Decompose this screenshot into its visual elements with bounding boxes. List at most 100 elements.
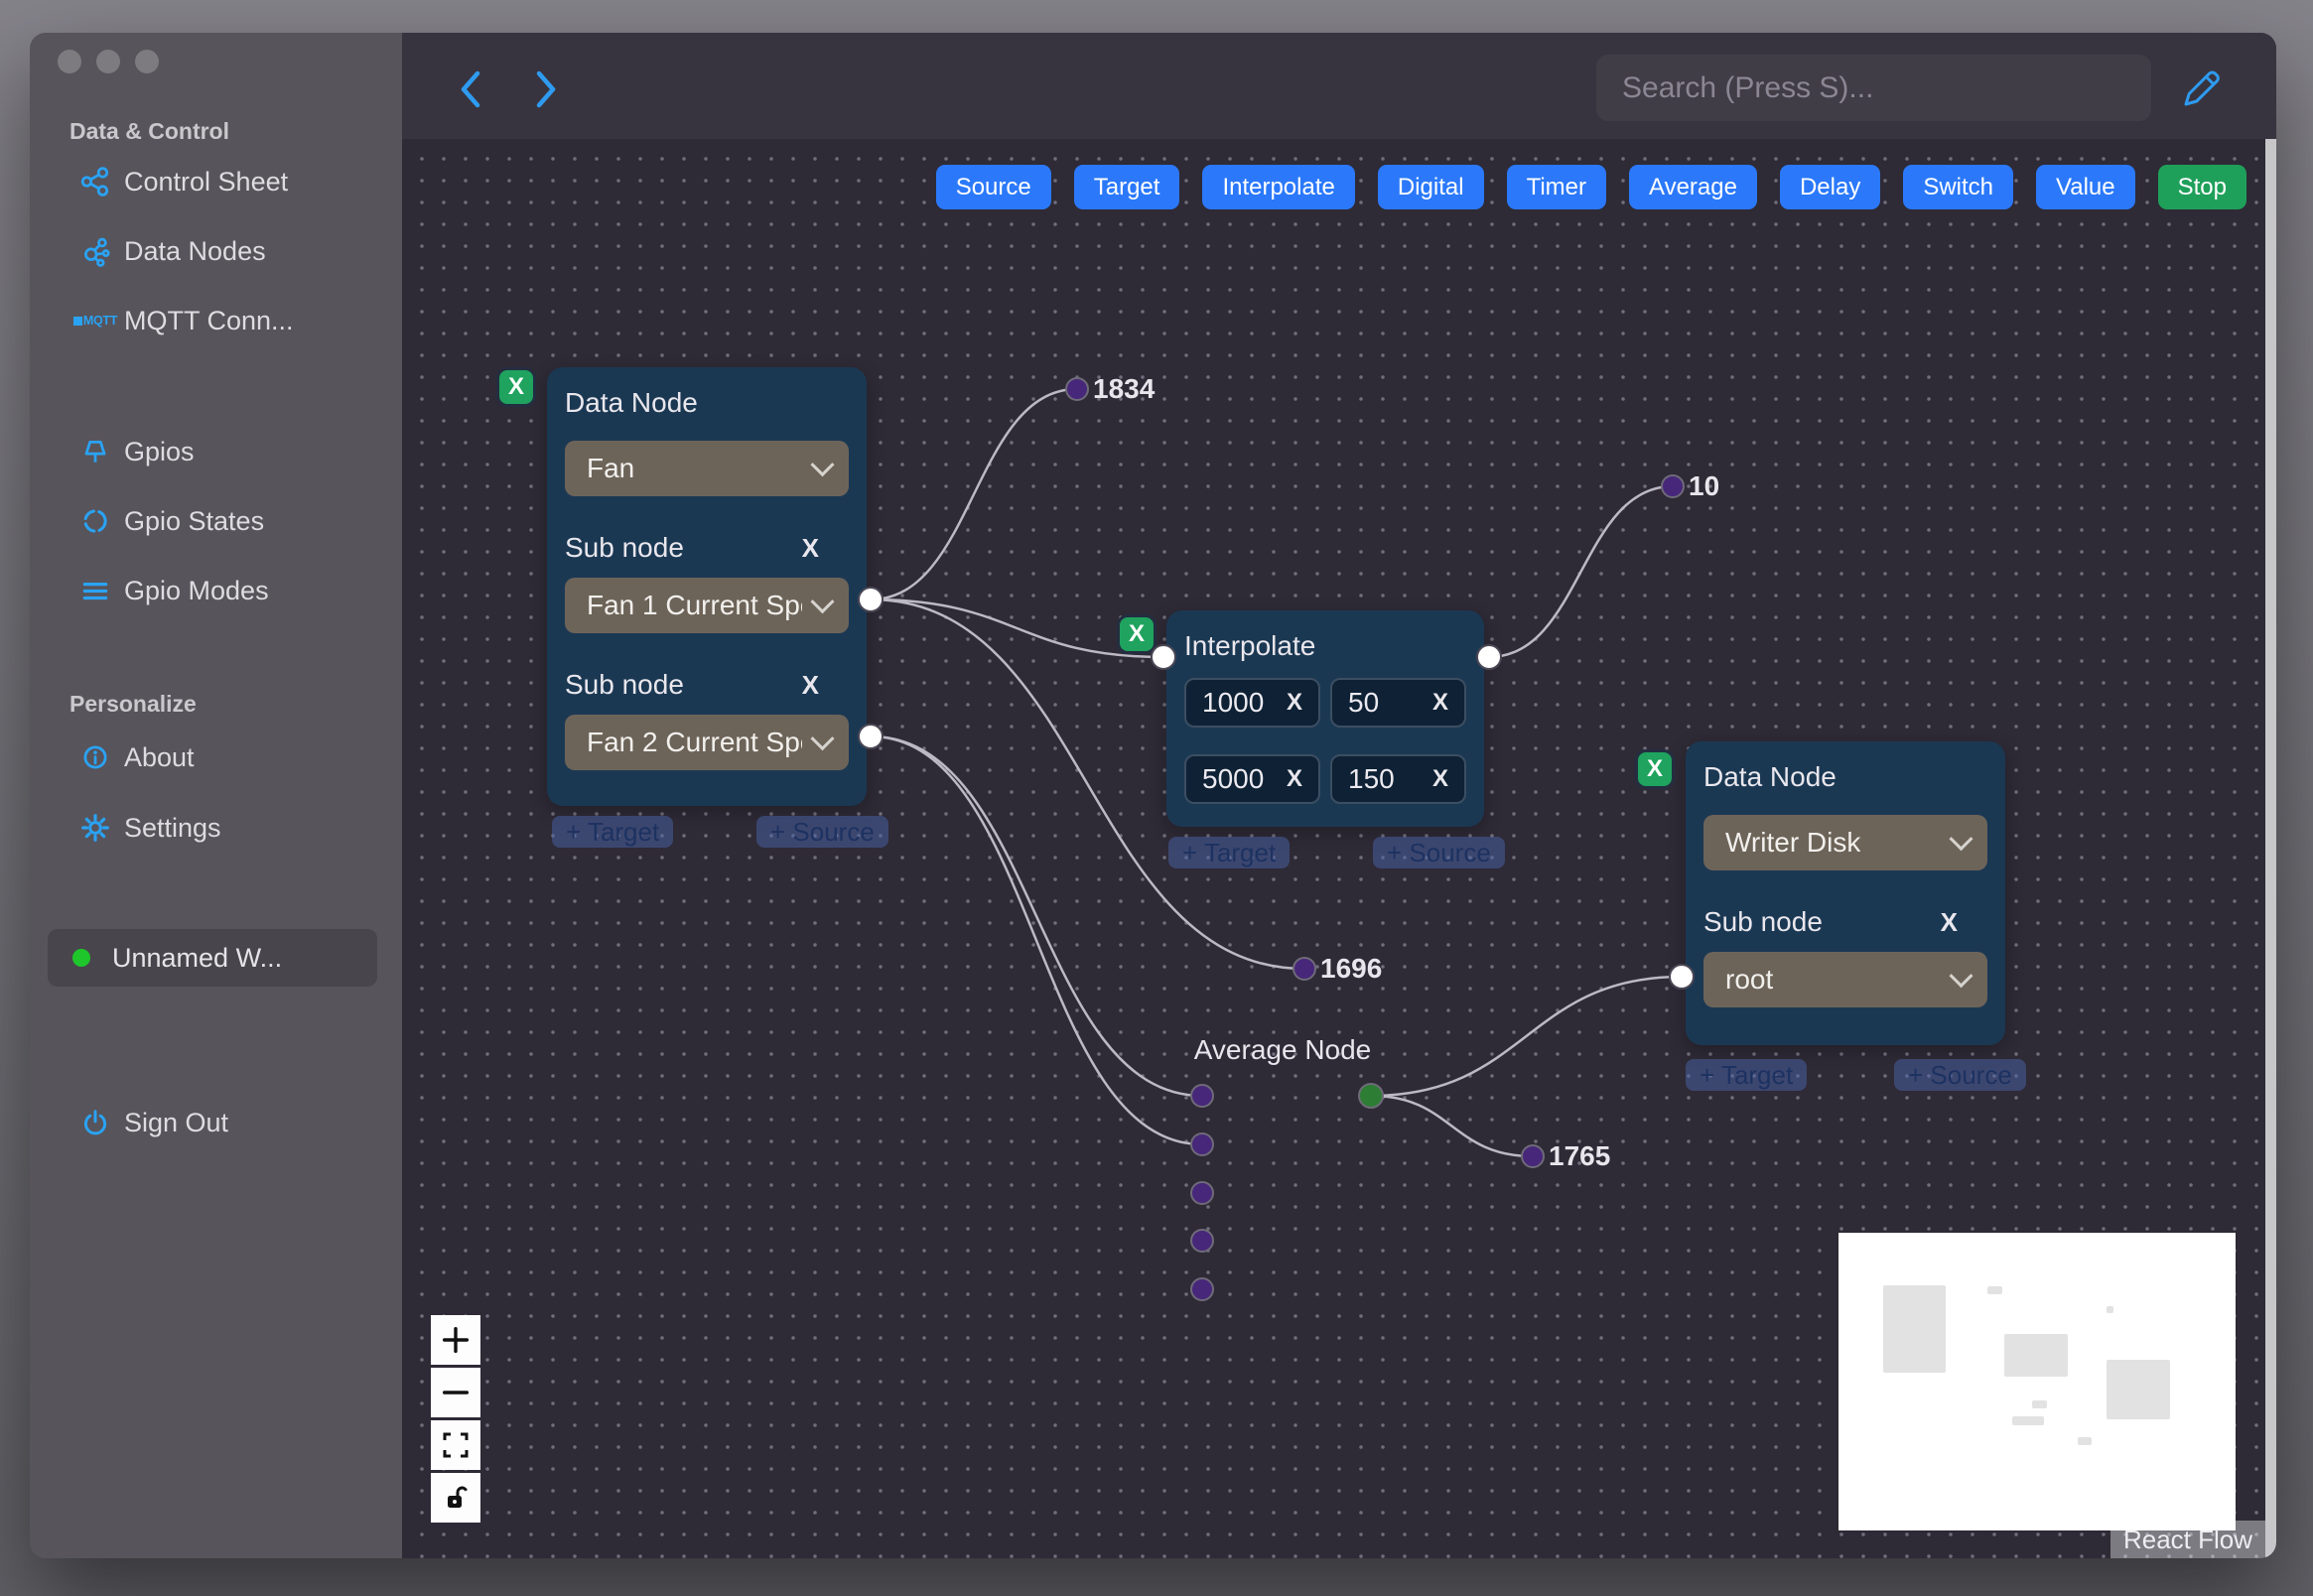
average-output-handle[interactable] (1358, 1083, 1384, 1109)
palette-button-digital[interactable]: Digital (1377, 165, 1484, 209)
sidebar-item-mqtt-conn[interactable]: MQTT MQTT Conn... (72, 305, 294, 336)
add-target-button[interactable]: + Target (1168, 837, 1291, 868)
sidebar-item-gpios[interactable]: Gpios (79, 436, 195, 467)
interpolate-value-input[interactable]: 5000 X (1184, 754, 1320, 804)
connection-handle[interactable] (858, 587, 884, 612)
mqtt-icon: MQTT (72, 305, 117, 336)
flow-edge[interactable] (1370, 975, 1683, 1098)
window-close-button[interactable] (58, 50, 81, 73)
zoom-in-button[interactable] (431, 1315, 480, 1365)
sidebar-item-sign-out[interactable]: Sign Out (79, 1107, 228, 1138)
connection-handle[interactable] (1476, 644, 1502, 670)
delete-node-button[interactable]: X (1638, 752, 1672, 786)
sidebar-item-gpio-modes[interactable]: Gpio Modes (79, 575, 269, 606)
value-handle-dot[interactable] (1065, 377, 1089, 401)
fan1-speed-select[interactable]: Fan 1 Current Spe (565, 578, 849, 633)
value-text: 5000 (1202, 763, 1265, 794)
value-handle-dot[interactable] (1293, 957, 1316, 981)
palette-button-source[interactable]: Source (935, 165, 1051, 209)
fit-view-button[interactable] (431, 1420, 480, 1470)
remove-subnode-button[interactable]: X (802, 670, 819, 701)
average-input-handle[interactable] (1190, 1229, 1214, 1253)
add-target-button[interactable]: + Target (552, 816, 674, 848)
window-zoom-button[interactable] (135, 50, 159, 73)
flow-edge[interactable] (1370, 1094, 1534, 1158)
connection-handle[interactable] (1151, 644, 1176, 670)
flow-edge[interactable] (870, 387, 1078, 601)
sidebar-item-data-nodes[interactable]: Data Nodes (79, 235, 266, 267)
data-node-writer[interactable]: Data Node Writer Disk Sub node X root (1686, 741, 2005, 1045)
sidebar-section-header: Personalize (69, 691, 197, 717)
remove-subnode-button[interactable]: X (1941, 907, 1958, 938)
flow-canvas[interactable]: Source Target Interpolate Digital Timer Avera… (402, 139, 2276, 1558)
add-source-button[interactable]: + Source (756, 816, 888, 848)
sidebar-item-label: Gpio Modes (124, 575, 269, 605)
chevron-down-icon (1949, 963, 1973, 988)
interpolate-value-input[interactable]: 150 X (1330, 754, 1466, 804)
sub-node-label: Sub node (565, 532, 684, 563)
add-source-button[interactable]: + Source (1894, 1059, 2026, 1091)
sidebar-item-active-workspace[interactable]: Unnamed W... (48, 929, 377, 987)
sidebar-item-gpio-states[interactable]: Gpio States (79, 505, 264, 537)
remove-subnode-button[interactable]: X (802, 533, 819, 564)
value-handle-dot[interactable] (1521, 1144, 1545, 1168)
zoom-out-button[interactable] (431, 1368, 480, 1417)
writer-disk-select[interactable]: Writer Disk (1703, 815, 1987, 870)
average-input-handle[interactable] (1190, 1181, 1214, 1205)
palette-button-interpolate[interactable]: Interpolate (1202, 165, 1355, 209)
palette-button-target[interactable]: Target (1073, 165, 1180, 209)
minimap-node (2107, 1360, 2170, 1419)
fan-select[interactable]: Fan (565, 441, 849, 496)
palette-button-value[interactable]: Value (2036, 165, 2135, 209)
value-text: 50 (1348, 687, 1380, 718)
chevron-down-icon (810, 726, 835, 750)
forward-chevron-icon[interactable] (525, 67, 565, 111)
palette-button-timer[interactable]: Timer (1506, 165, 1606, 209)
average-input-handle[interactable] (1190, 1084, 1214, 1108)
react-flow-attribution[interactable]: React Flow (2109, 1521, 2265, 1558)
connection-handle[interactable] (858, 724, 884, 749)
add-target-button[interactable]: + Target (1686, 1059, 1808, 1091)
add-source-button[interactable]: + Source (1373, 837, 1505, 868)
interpolate-value-input[interactable]: 1000 X (1184, 678, 1320, 728)
delete-node-button[interactable]: X (499, 370, 533, 404)
vertical-scrollbar[interactable] (2265, 139, 2276, 1558)
average-input-handle[interactable] (1190, 1132, 1214, 1156)
sidebar-section-header: Data & Control (69, 118, 229, 144)
delete-node-button[interactable]: X (1120, 617, 1154, 651)
edge-value-label: 1834 (1093, 373, 1156, 404)
clear-value-button[interactable]: X (1287, 689, 1302, 717)
palette-button-stop[interactable]: Stop (2157, 165, 2246, 209)
average-input-handle[interactable] (1190, 1277, 1214, 1301)
data-node-fan[interactable]: Data Node Fan Sub node X Fan 1 Current S… (547, 367, 867, 806)
sidebar-item-control-sheet[interactable]: Control Sheet (79, 166, 288, 198)
sidebar-item-label: Settings (124, 812, 221, 843)
flow-edge[interactable] (870, 734, 1203, 1146)
sidebar-item-label: Data Nodes (124, 235, 266, 266)
edit-pencil-icon[interactable] (2179, 66, 2225, 111)
sidebar-item-label: Gpios (124, 436, 195, 466)
flow-edge[interactable] (1488, 484, 1674, 659)
palette-button-delay[interactable]: Delay (1779, 165, 1881, 209)
sidebar-item-settings[interactable]: Settings (79, 812, 221, 844)
window-minimize-button[interactable] (96, 50, 120, 73)
root-select[interactable]: root (1703, 952, 1987, 1007)
value-handle-dot[interactable] (1661, 474, 1685, 498)
minimap[interactable] (1838, 1233, 2236, 1530)
palette-button-average[interactable]: Average (1629, 165, 1757, 209)
interpolate-node[interactable]: Interpolate 1000 X 50 X 5000 X 150 X (1166, 610, 1484, 827)
unlock-button[interactable] (431, 1473, 480, 1523)
clear-value-button[interactable]: X (1432, 689, 1448, 717)
fan2-speed-select[interactable]: Fan 2 Current Spe (565, 715, 849, 770)
sidebar-item-about[interactable]: About (79, 741, 195, 773)
back-chevron-icon[interactable] (452, 67, 491, 111)
palette-button-switch[interactable]: Switch (1903, 165, 2014, 209)
search-input[interactable] (1596, 55, 2151, 121)
connection-handle[interactable] (1669, 964, 1695, 990)
clear-value-button[interactable]: X (1432, 765, 1448, 793)
sign-out-icon (79, 1107, 111, 1138)
minimap-node (1883, 1285, 1946, 1373)
clear-value-button[interactable]: X (1287, 765, 1302, 793)
flow-edge[interactable] (870, 734, 1203, 1098)
interpolate-value-input[interactable]: 50 X (1330, 678, 1466, 728)
